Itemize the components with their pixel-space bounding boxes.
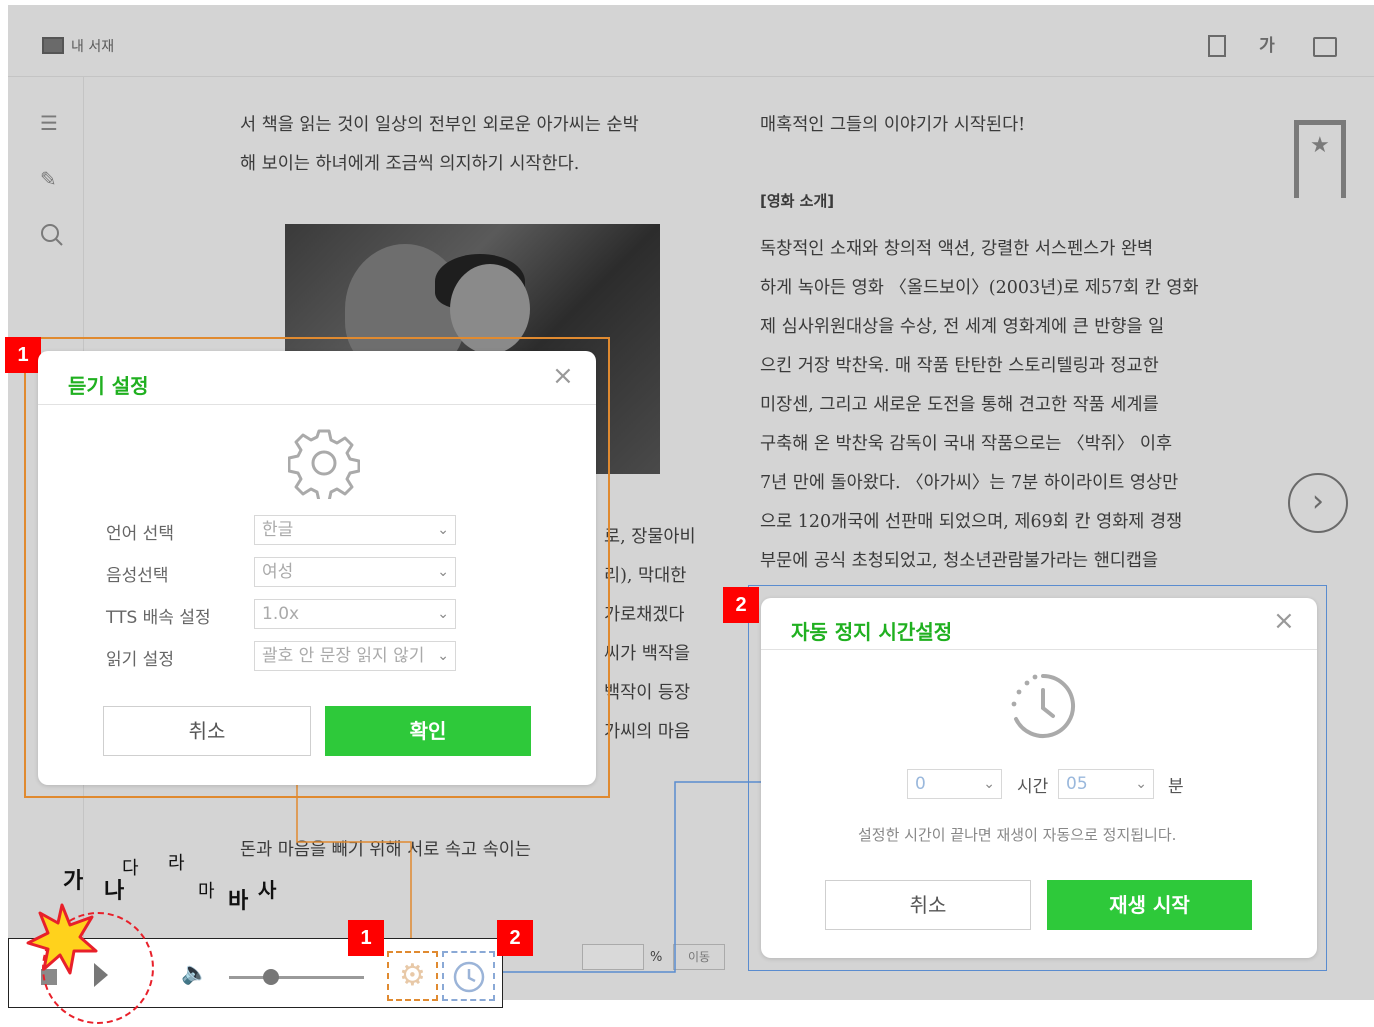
callout-badge-1: 1 xyxy=(348,920,384,956)
language-value: 한글 xyxy=(262,520,294,540)
cancel-button[interactable]: 취소 xyxy=(825,880,1031,930)
volume-slider-handle[interactable] xyxy=(263,969,279,985)
timer-clock-icon xyxy=(1005,668,1081,748)
chevron-down-icon: ⌄ xyxy=(1135,776,1147,792)
chevron-down-icon: ⌄ xyxy=(437,564,449,580)
speed-select[interactable]: 1.0x ⌄ xyxy=(254,599,456,629)
voice-value: 여성 xyxy=(262,562,294,582)
listen-settings-gear-icon[interactable]: ⚙ xyxy=(387,951,438,1001)
speed-value: 1.0x xyxy=(262,604,300,624)
font-sample-glyph: 다 xyxy=(122,858,139,879)
dialog-divider xyxy=(761,649,1317,650)
close-icon[interactable]: × xyxy=(1273,608,1295,634)
minute-unit-label: 분 xyxy=(1168,777,1184,797)
language-label: 언어 선택 xyxy=(106,524,174,544)
font-sample-glyph: 마 xyxy=(198,881,215,902)
font-sample-glyph: 사 xyxy=(258,878,277,902)
hour-select[interactable]: 0 ⌄ xyxy=(907,769,1002,799)
dialog-title: 자동 정지 시간설정 xyxy=(791,620,953,644)
font-sample-glyph: 바 xyxy=(228,889,249,914)
callout-badge-1: 1 xyxy=(5,337,41,373)
chevron-down-icon: ⌄ xyxy=(437,648,449,664)
auto-stop-timer-dialog: 자동 정지 시간설정 × 0 ⌄ 시간 05 ⌄ 분 설정한 시간이 끝나면 재생이… xyxy=(761,598,1317,958)
dialog-divider xyxy=(38,404,596,405)
voice-label: 음성선택 xyxy=(106,566,169,586)
speed-label: TTS 배속 설정 xyxy=(106,608,211,628)
timer-note: 설정한 시간이 끝나면 재생이 자동으로 정지됩니다. xyxy=(858,826,1177,844)
auto-stop-timer-icon[interactable] xyxy=(442,951,495,1001)
listen-settings-dialog: 듣기 설정 × 언어 선택 한글 ⌄ 음성선택 여성 ⌄ TTS 배속 설정 1.0… xyxy=(38,351,596,785)
chevron-down-icon: ⌄ xyxy=(437,522,449,538)
read-setting-value: 괄호 안 문장 읽지 않기 xyxy=(262,646,425,666)
dialog-title: 듣기 설정 xyxy=(68,374,149,398)
star-burst-icon xyxy=(26,903,98,979)
hour-unit-label: 시간 xyxy=(1017,777,1049,797)
voice-select[interactable]: 여성 ⌄ xyxy=(254,557,456,587)
language-select[interactable]: 한글 ⌄ xyxy=(254,515,456,545)
minute-select[interactable]: 05 ⌄ xyxy=(1058,769,1154,799)
chevron-down-icon: ⌄ xyxy=(437,606,449,622)
font-sample-glyph: 라 xyxy=(168,853,185,874)
start-playback-button[interactable]: 재생 시작 xyxy=(1047,880,1252,930)
callout-badge-2: 2 xyxy=(723,587,759,623)
cancel-button[interactable]: 취소 xyxy=(103,706,311,756)
read-setting-label: 읽기 설정 xyxy=(106,650,174,670)
volume-icon[interactable]: 🔈 xyxy=(181,961,208,986)
read-setting-select[interactable]: 괄호 안 문장 읽지 않기 ⌄ xyxy=(254,641,456,671)
gear-icon xyxy=(287,427,361,503)
minute-value: 05 xyxy=(1066,774,1088,794)
close-icon[interactable]: × xyxy=(552,363,574,389)
confirm-button[interactable]: 확인 xyxy=(325,706,531,756)
hour-value: 0 xyxy=(915,774,926,794)
font-sample-glyph: 가 xyxy=(63,869,84,894)
volume-slider-track[interactable] xyxy=(229,976,364,979)
chevron-down-icon: ⌄ xyxy=(983,776,995,792)
callout-badge-2: 2 xyxy=(497,920,533,956)
